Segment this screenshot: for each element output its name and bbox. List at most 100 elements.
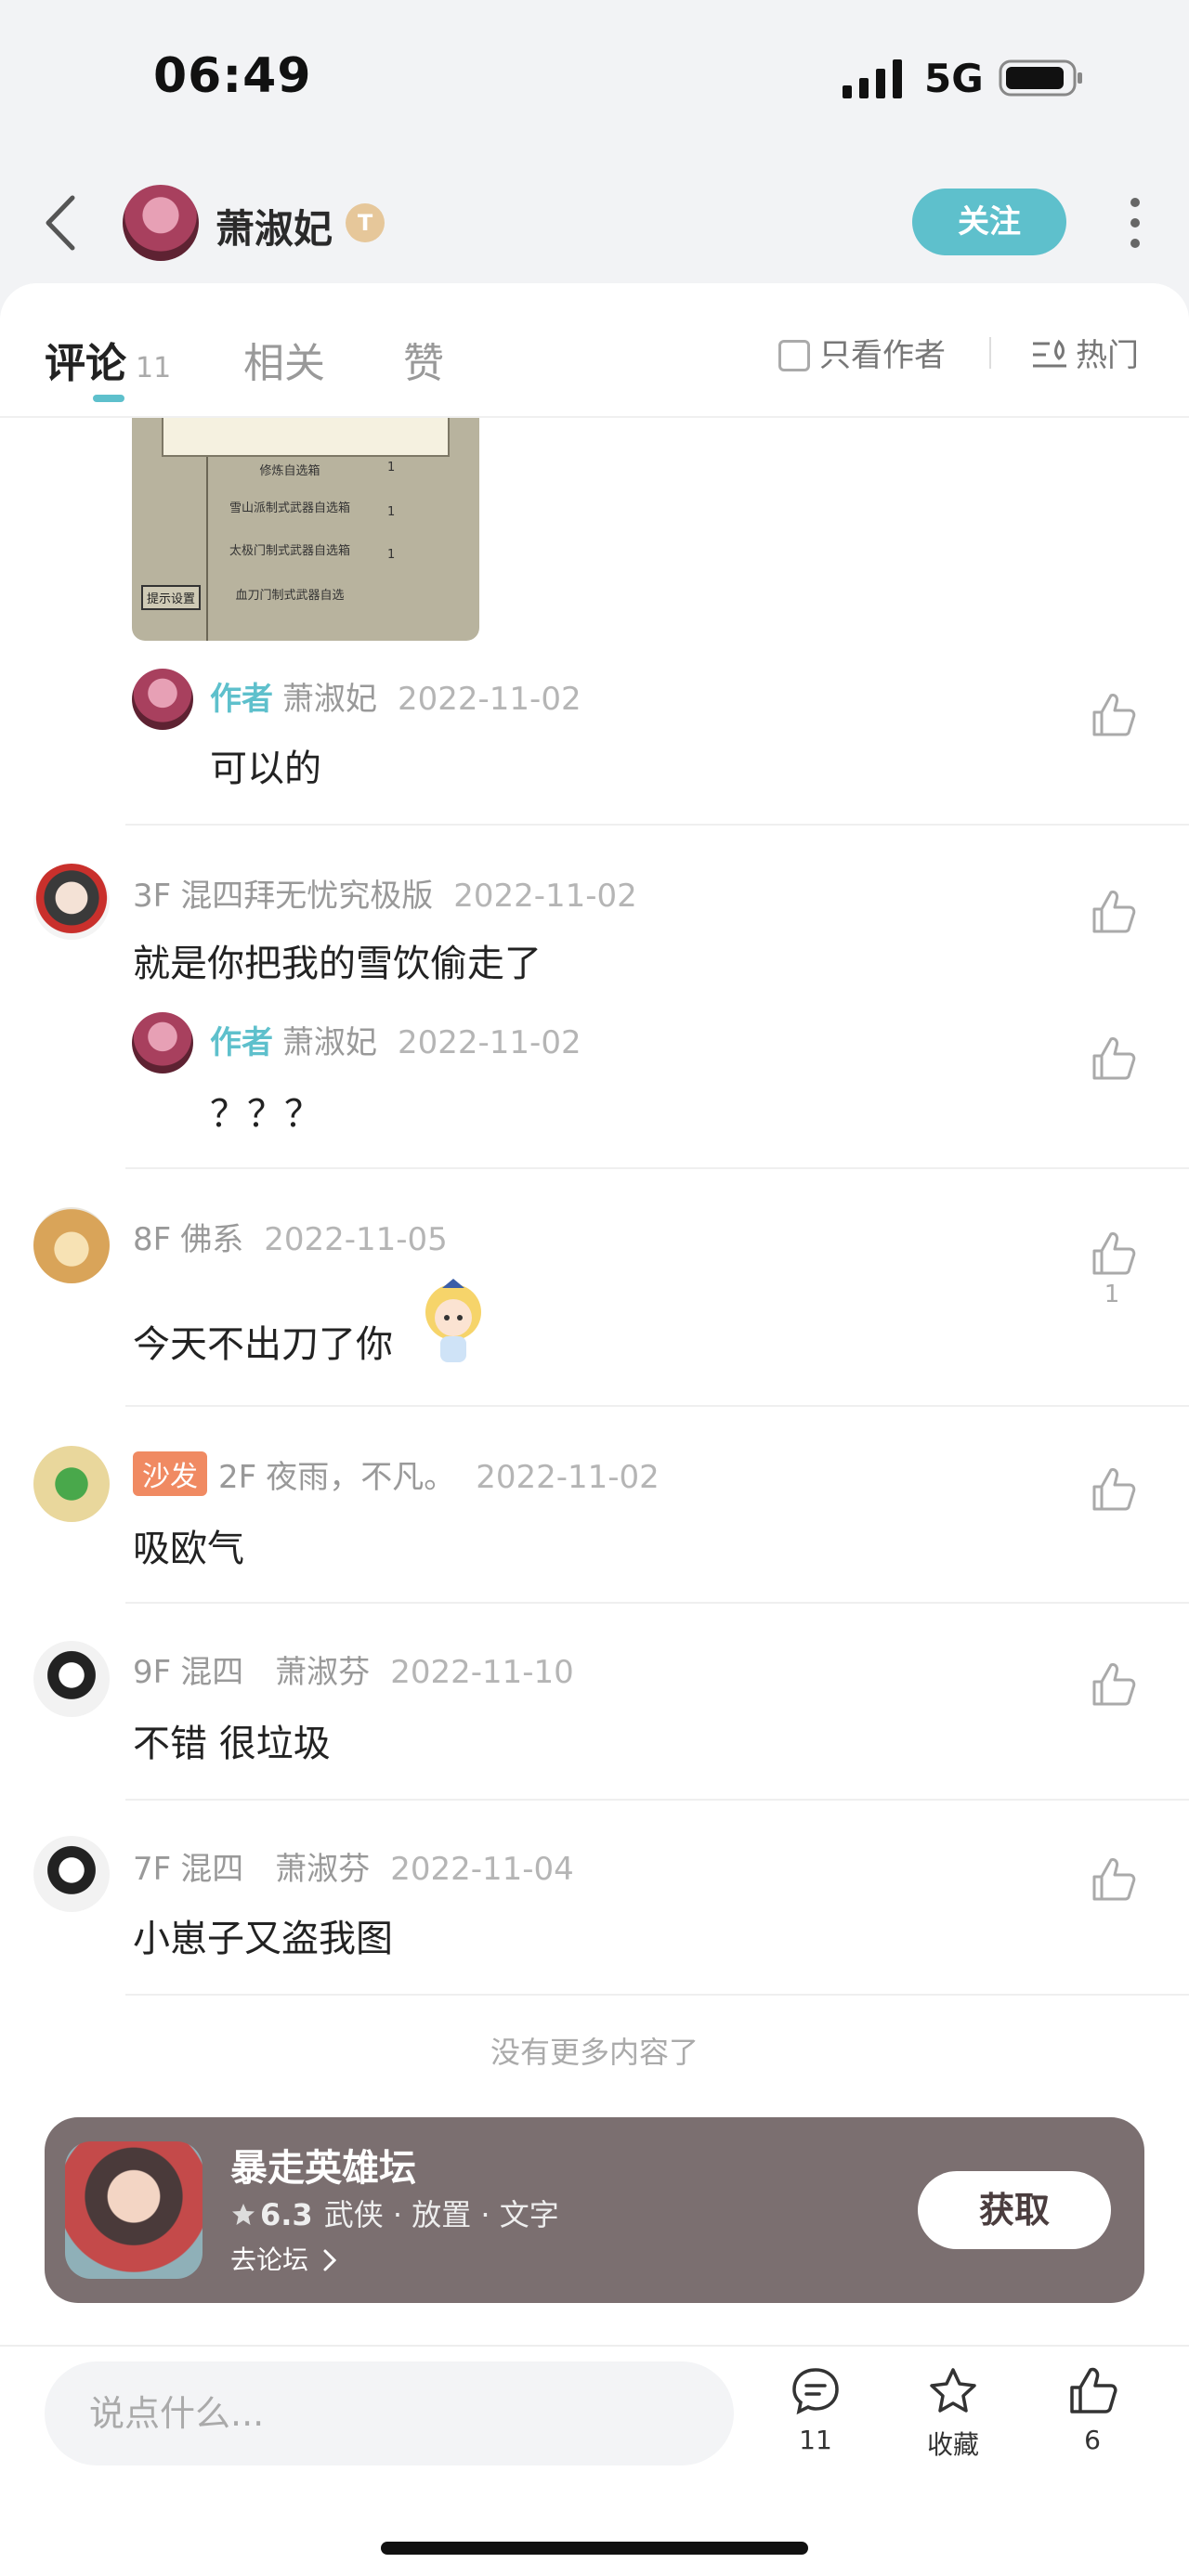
image-paper — [162, 418, 450, 457]
like-icon[interactable] — [1087, 1659, 1137, 1710]
floor-number: 7F — [133, 1851, 172, 1888]
like-icon[interactable] — [1087, 1034, 1137, 1084]
star-icon — [232, 2204, 255, 2225]
like-button[interactable]: 6 — [1037, 2365, 1148, 2455]
comment-divider — [125, 1167, 1189, 1169]
comment-icon — [792, 2368, 839, 2415]
comment-date: 2022-11-10 — [390, 1654, 574, 1691]
comment-date: 2022-11-04 — [390, 1851, 574, 1888]
comment-author[interactable]: 混四 萧淑芬 — [180, 1654, 370, 1691]
author-only-label: 只看作者 — [819, 337, 946, 374]
comment-date: 2022-11-02 — [453, 878, 637, 915]
image-line-1: 修炼自选箱 — [259, 464, 320, 478]
top-nav: 萧淑妃 T 关注 — [0, 172, 1189, 274]
comment-input[interactable]: 说点什么... — [45, 2361, 734, 2465]
game-title: 暴走英雄坛 — [230, 2147, 416, 2190]
comment-date: 2022-11-02 — [398, 681, 581, 718]
comment-author[interactable]: 混四 萧淑芬 — [180, 1851, 370, 1888]
tab-comments[interactable]: 评论 11 — [45, 330, 171, 389]
like-icon[interactable] — [1087, 1464, 1137, 1515]
home-indicator — [381, 2542, 808, 2555]
comment-text[interactable]: 小崽子又盗我图 — [133, 1908, 393, 1962]
avatar[interactable] — [132, 669, 193, 730]
comment-image[interactable]: 修炼自选箱 1 雪山派制式武器自选箱 1 太极门制式武器自选箱 1 血刀门制式武… — [132, 418, 479, 641]
game-tags: 武侠 · 放置 · 文字 — [323, 2197, 559, 2232]
follow-button[interactable]: 关注 — [912, 189, 1066, 255]
floor-number: 9F — [133, 1654, 172, 1691]
chevron-right-icon — [323, 2249, 337, 2271]
like-icon[interactable] — [1087, 690, 1137, 740]
game-score: 6.3 — [260, 2197, 313, 2232]
like-icon[interactable] — [1087, 1854, 1137, 1905]
sofa-badge: 沙发 — [133, 1451, 207, 1496]
avatar[interactable] — [33, 864, 110, 940]
comment-date: 2022-11-02 — [476, 1459, 660, 1496]
battery-icon — [999, 59, 1082, 97]
image-hint-button: 提示设置 — [141, 585, 202, 610]
floor-number: 2F — [218, 1459, 257, 1496]
comment-author[interactable]: 萧淑妃 — [282, 681, 377, 718]
tab-comments-count: 11 — [136, 352, 172, 384]
comment-text[interactable]: 不错 很垃圾 — [133, 1713, 331, 1767]
comment-text[interactable]: ？？？ — [210, 1084, 321, 1138]
sort-icon — [1033, 339, 1066, 368]
user-avatar[interactable] — [123, 185, 199, 261]
favorite-label: 收藏 — [926, 2429, 979, 2460]
status-time: 06:49 — [153, 48, 312, 104]
author-only-toggle[interactable]: 只看作者 — [778, 330, 946, 375]
comment-text[interactable]: 吸欧气 — [133, 1518, 244, 1572]
author-tag: 作者 — [210, 1024, 273, 1061]
star-outline-icon — [930, 2368, 976, 2413]
floor-number: 3F — [133, 878, 172, 915]
back-icon[interactable] — [37, 192, 84, 254]
image-line-3: 太极门制式武器自选箱 — [229, 544, 350, 558]
username[interactable]: 萧淑妃 — [216, 198, 333, 254]
image-qty-2: 1 — [387, 505, 396, 519]
comment-divider — [125, 1602, 1189, 1604]
game-meta: 6.3 武侠 · 放置 · 文字 — [230, 2192, 559, 2234]
comment-divider — [125, 1799, 1189, 1801]
image-qty-1: 1 — [387, 461, 396, 475]
comment-divider — [125, 1994, 1189, 1996]
favorite-button[interactable]: 收藏 — [897, 2365, 1009, 2462]
author-only-checkbox[interactable] — [778, 340, 810, 371]
avatar[interactable] — [33, 1641, 110, 1717]
game-card[interactable]: 暴走英雄坛 6.3 武侠 · 放置 · 文字 去论坛 获取 — [45, 2117, 1144, 2303]
comment-meta: 7F 混四 萧淑芬 2022-11-04 — [133, 1843, 574, 1889]
tab-related[interactable]: 相关 — [243, 330, 325, 389]
image-line-2: 雪山派制式武器自选箱 — [229, 501, 350, 515]
like-count: 1 — [1104, 1281, 1120, 1308]
like-icon[interactable] — [1087, 887, 1137, 937]
forum-link[interactable]: 去论坛 — [230, 2240, 339, 2277]
thumbs-up-icon — [1070, 2367, 1117, 2413]
image-qty-3: 1 — [387, 548, 396, 562]
comment-text[interactable]: 可以的 — [210, 738, 321, 792]
comment-divider — [125, 824, 1189, 826]
like-icon[interactable] — [1087, 1229, 1137, 1279]
more-icon[interactable] — [1117, 192, 1154, 254]
comment-author[interactable]: 混四拜无忧究极版 — [180, 878, 433, 915]
sort-hot-label: 热门 — [1076, 337, 1139, 374]
sort-hot-button[interactable]: 热门 — [1031, 330, 1139, 375]
avatar[interactable] — [33, 1446, 110, 1522]
comments-sheet: 评论 11 相关 赞 只看作者 热门 修炼自选箱 1 雪山派制式武器自选箱 1 太… — [0, 283, 1189, 2345]
comment-meta: 作者 萧淑妃 2022-11-02 — [210, 1017, 581, 1062]
avatar[interactable] — [33, 1836, 110, 1912]
image-line-4: 血刀门制式武器自选 — [235, 589, 345, 603]
get-button[interactable]: 获取 — [918, 2171, 1111, 2249]
comment-author[interactable]: 佛系 — [180, 1221, 243, 1258]
comment-button[interactable]: 11 — [760, 2365, 871, 2455]
comment-text[interactable]: 就是你把我的雪饮偷走了 — [133, 933, 542, 987]
tab-likes[interactable]: 赞 — [403, 330, 444, 389]
comment-text[interactable]: 今天不出刀了你 — [133, 1314, 393, 1368]
comment-meta: 8F 佛系 2022-11-05 — [133, 1214, 448, 1259]
avatar[interactable] — [33, 1207, 110, 1283]
comment-author[interactable]: 萧淑妃 — [282, 1024, 377, 1061]
bottom-bar: 说点什么... 11 收藏 6 — [0, 2345, 1189, 2576]
level-badge: T — [346, 203, 385, 242]
comment-author[interactable]: 夜雨，不凡。 — [266, 1459, 455, 1496]
avatar[interactable] — [132, 1012, 193, 1073]
comment-divider — [125, 1405, 1189, 1407]
comment-count: 11 — [799, 2425, 832, 2455]
like-count: 6 — [1084, 2425, 1101, 2455]
